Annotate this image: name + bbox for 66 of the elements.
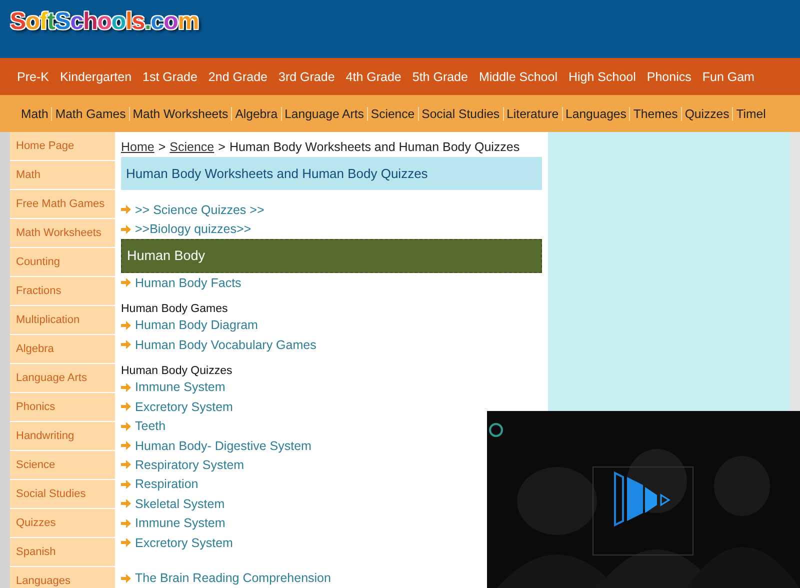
- content-link[interactable]: The Brain Reading Comprehension: [135, 571, 331, 586]
- content-link[interactable]: Human Body Vocabulary Games: [135, 338, 316, 352]
- subject-nav-link[interactable]: Languages: [562, 106, 630, 120]
- content-link[interactable]: >>Biology quizzes>>: [135, 222, 252, 236]
- breadcrumb-separator: >: [218, 140, 226, 154]
- content-link[interactable]: Immune System: [135, 380, 226, 394]
- grade-nav-link[interactable]: Middle School: [474, 70, 562, 84]
- section-heading: Human Body Quizzes: [121, 364, 234, 378]
- grade-nav-link[interactable]: 2nd Grade: [203, 70, 272, 84]
- breadcrumb-current: Human Body Worksheets and Human Body Quizzes: [229, 140, 520, 154]
- sidebar-link[interactable]: Quizzes: [10, 509, 115, 538]
- subject-nav-link[interactable]: Math Worksheets: [128, 106, 232, 120]
- breadcrumb-separator: >: [158, 140, 166, 154]
- subject-nav-link[interactable]: Language Arts: [280, 106, 367, 120]
- content-link[interactable]: Skeletal System: [135, 496, 225, 511]
- grade-nav-link[interactable]: Kindergarten: [54, 70, 137, 84]
- content-link[interactable]: Human Body Diagram: [135, 318, 258, 332]
- subject-nav-link[interactable]: Math Games: [51, 106, 129, 120]
- sidebar-link[interactable]: Social Studies: [10, 480, 115, 509]
- grade-nav-link[interactable]: 5th Grade: [407, 70, 473, 84]
- sidebar-link[interactable]: Language Arts: [10, 364, 115, 393]
- content-link[interactable]: >> Science Quizzes >>: [135, 202, 264, 217]
- arrow-icon: [121, 574, 131, 583]
- content-link[interactable]: Respiration: [135, 477, 198, 492]
- subject-nav-link[interactable]: Algebra: [231, 106, 281, 120]
- content-link[interactable]: Human Body- Digestive System: [135, 438, 312, 452]
- breadcrumb-link[interactable]: Science: [170, 140, 214, 154]
- sidebar-link[interactable]: Free Math Games: [10, 190, 115, 219]
- site-logo[interactable]: SoftSchools.com: [10, 8, 199, 36]
- content-link[interactable]: Excretory System: [135, 400, 233, 414]
- subject-nav-link[interactable]: Math: [18, 106, 52, 120]
- grade-nav-link[interactable]: High School: [563, 70, 641, 84]
- sidebar-link[interactable]: Math: [10, 161, 115, 190]
- content-link[interactable]: Respiratory System: [135, 458, 244, 472]
- content-link[interactable]: Immune System: [135, 516, 226, 530]
- sidebar-link[interactable]: Languages: [10, 567, 115, 588]
- grade-nav-link[interactable]: 1st Grade: [138, 70, 202, 84]
- subject-nav-link[interactable]: Science: [366, 106, 418, 120]
- sidebar-link[interactable]: Counting: [10, 248, 115, 277]
- page-title: Human Body Worksheets and Human Body Quizzes: [121, 156, 542, 190]
- content-link[interactable]: Teeth: [135, 419, 166, 434]
- sidebar-link[interactable]: Algebra: [10, 335, 115, 364]
- subject-nav-link[interactable]: Quizzes: [680, 106, 732, 120]
- grade-nav-link[interactable]: 4th Grade: [340, 70, 406, 84]
- content-link[interactable]: Excretory System: [135, 536, 233, 550]
- subject-nav-link[interactable]: Literature: [502, 106, 562, 120]
- sidebar-link[interactable]: Fractions: [10, 277, 115, 306]
- sidebar-link[interactable]: Phonics: [10, 393, 115, 422]
- section-heading: Human Body Games: [121, 302, 229, 316]
- arrow-icon: [121, 278, 131, 288]
- subject-nav-link[interactable]: Timel: [732, 106, 769, 120]
- sidebar-link[interactable]: Multiplication: [10, 306, 115, 335]
- subject-nav-link[interactable]: Social Studies: [418, 106, 503, 120]
- grade-nav-link[interactable]: Fun Gam: [697, 70, 760, 84]
- section-banner: Human Body: [121, 238, 542, 273]
- sidebar-link[interactable]: Handwriting: [10, 422, 115, 451]
- grade-nav-link[interactable]: 3rd Grade: [274, 70, 340, 84]
- sidebar-link[interactable]: Math Worksheets: [10, 219, 115, 248]
- sidebar-link[interactable]: Home Page: [10, 132, 115, 161]
- grade-nav-link[interactable]: Pre-K: [12, 70, 54, 84]
- sidebar-link[interactable]: Science: [10, 451, 115, 480]
- grade-nav-link[interactable]: Phonics: [642, 70, 696, 84]
- content-link[interactable]: Human Body Facts: [135, 276, 242, 290]
- subject-nav-link[interactable]: Themes: [629, 106, 681, 120]
- breadcrumb-link[interactable]: Home: [121, 140, 154, 154]
- sidebar-link[interactable]: Spanish: [10, 538, 115, 567]
